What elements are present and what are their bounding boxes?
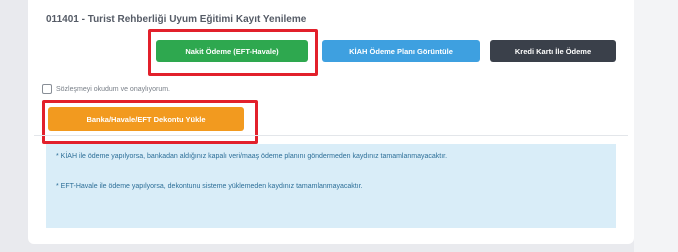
upload-receipt-button[interactable]: Banka/Havale/EFT Dekontu Yükle <box>48 107 244 131</box>
divider <box>34 135 628 136</box>
info-note-eft: * EFT-Havale ile ödeme yapılyorsa, dekon… <box>56 183 363 190</box>
agreement-checkbox[interactable] <box>42 84 52 94</box>
agreement-row[interactable]: Sözleşmeyi okudum ve onaylıyorum. <box>42 84 170 94</box>
view-payment-plan-button[interactable]: KİAH Ödeme Planı Görüntüle <box>322 40 480 62</box>
payment-card: 011401 - Turist Rehberliği Uyum Eğitimi … <box>28 0 634 244</box>
info-alert: * KİAH ile ödeme yapılyorsa, bankadan al… <box>46 144 616 228</box>
course-title: 011401 - Turist Rehberliği Uyum Eğitimi … <box>46 14 307 25</box>
cash-payment-button[interactable]: Nakit Ödeme (EFT-Havale) <box>156 40 308 62</box>
credit-card-payment-button[interactable]: Kredi Kartı İle Ödeme <box>490 40 616 62</box>
info-note-kiah: * KİAH ile ödeme yapılyorsa, bankadan al… <box>56 153 448 160</box>
agreement-label: Sözleşmeyi okudum ve onaylıyorum. <box>56 85 170 93</box>
page-background-strip <box>634 0 678 252</box>
